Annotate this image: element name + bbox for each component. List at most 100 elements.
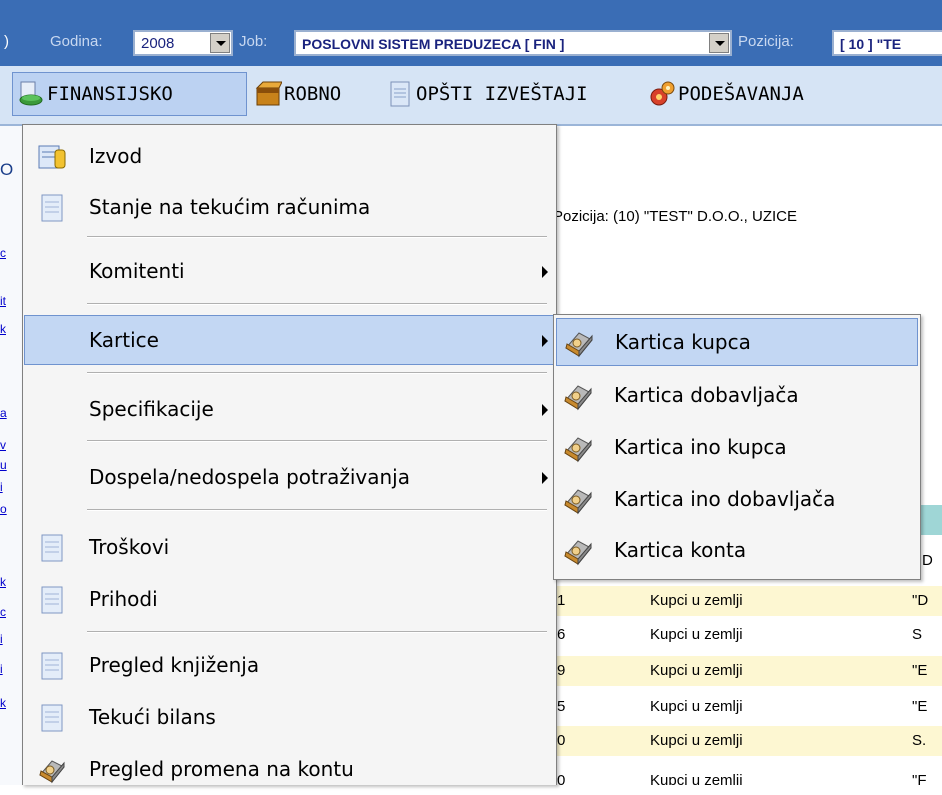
- left-link-fragment[interactable]: o: [0, 502, 8, 516]
- left-link-fragment[interactable]: i: [0, 662, 8, 676]
- card-icon: [564, 540, 592, 566]
- submenu-item-kartica-ino-dobavljaca[interactable]: Kartica ino dobavljača: [556, 476, 918, 524]
- menu-item-label: Pregled promena na kontu: [89, 757, 354, 781]
- report-icon: [390, 81, 410, 107]
- menu-item-dospela[interactable]: Dospela/nedospela potraživanja: [25, 453, 554, 503]
- menu-item-label: Pregled knjiženja: [89, 653, 260, 677]
- submenu-item-kartica-konta[interactable]: Kartica konta: [556, 527, 918, 575]
- submenu-item-label: Kartica dobavljača: [614, 383, 799, 407]
- menu-item-komitenti[interactable]: Komitenti: [25, 247, 554, 297]
- menu-item-stanje[interactable]: Stanje na tekućim računima: [25, 183, 554, 233]
- row-name: S.: [912, 732, 927, 749]
- menu-separator: [87, 631, 547, 633]
- pozicija-value: [ 10 ] "TE: [840, 36, 902, 52]
- left-link-fragment[interactable]: k: [0, 575, 8, 589]
- menu-item-label: Prihodi: [89, 587, 158, 611]
- left-link-fragment[interactable]: v: [0, 438, 8, 452]
- row-type: Kupci u zemlji: [650, 698, 743, 715]
- left-link-fragment[interactable]: c: [0, 605, 8, 619]
- menu-item-kartice[interactable]: Kartice: [24, 315, 555, 365]
- menu-item-izvod[interactable]: Izvod: [25, 132, 554, 182]
- menu-item-label: Specifikacije: [89, 397, 214, 421]
- table-row[interactable]: 1 Kupci u zemlji "D: [555, 586, 942, 616]
- left-link-fragment[interactable]: a: [0, 406, 8, 420]
- statement-icon: [38, 145, 66, 169]
- menu-separator: [87, 236, 547, 238]
- menu-podesavanja[interactable]: PODEŠAVANJA: [648, 72, 804, 116]
- submenu-arrow-icon: [542, 472, 548, 484]
- row-num: 0: [557, 732, 566, 749]
- menu-separator: [87, 303, 547, 305]
- pozicija-select[interactable]: [ 10 ] "TE: [832, 30, 942, 56]
- godina-value: 2008: [141, 35, 175, 52]
- row-type: Kupci u zemlji: [650, 732, 743, 749]
- submenu-arrow-icon: [542, 266, 548, 278]
- submenu-item-label: Kartica konta: [614, 538, 747, 562]
- job-select[interactable]: POSLOVNI SISTEM PREDUZECA [ FIN ]: [294, 30, 732, 56]
- submenu-arrow-icon: [542, 404, 548, 416]
- table-header-partial: D: [922, 552, 933, 569]
- menu-item-label: Stanje na tekućim računima: [89, 195, 371, 219]
- chevron-down-icon[interactable]: [210, 33, 230, 53]
- menu-item-label: Kartice: [89, 328, 159, 352]
- left-link-fragment[interactable]: i: [0, 632, 8, 646]
- submenu-item-kartica-kupca[interactable]: Kartica kupca: [556, 318, 918, 366]
- row-type: Kupci u zemlji: [650, 662, 743, 679]
- table-row[interactable]: 0 Kupci u zemlji S.: [555, 726, 942, 756]
- submenu-item-kartica-ino-kupca[interactable]: Kartica ino kupca: [556, 424, 918, 472]
- menu-item-specifikacije[interactable]: Specifikacije: [25, 385, 554, 435]
- menu-finansijsko[interactable]: FINANSIJSKO: [12, 72, 247, 116]
- menu-item-label: Tekući bilans: [89, 705, 216, 729]
- left-edge-char: O: [0, 160, 14, 179]
- submenu-arrow-icon: [542, 335, 548, 347]
- table-row[interactable]: 5 Kupci u zemlji "E: [555, 692, 942, 722]
- menu-item-pregled-promena[interactable]: Pregled promena na kontu: [25, 745, 554, 795]
- job-value: POSLOVNI SISTEM PREDUZECA [ FIN ]: [302, 36, 565, 52]
- left-link-fragment[interactable]: k: [0, 322, 8, 336]
- menu-item-pregled-knjizenja[interactable]: Pregled knjiženja: [25, 641, 554, 691]
- menu-item-tekuci-bilans[interactable]: Tekući bilans: [25, 693, 554, 743]
- left-link-fragment[interactable]: k: [0, 696, 8, 710]
- left-link-fragment[interactable]: i: [0, 480, 8, 494]
- submenu-item-kartica-dobavljaca[interactable]: Kartica dobavljača: [556, 372, 918, 420]
- row-type: Kupci u zemlji: [650, 626, 743, 643]
- document-icon: [41, 586, 63, 614]
- left-link-fragment[interactable]: it: [0, 294, 8, 308]
- menu-opsti-izvestaji[interactable]: OPŠTI IZVEŠTAJI: [386, 72, 588, 116]
- menu-item-label: Troškovi: [89, 535, 170, 559]
- card-icon: [39, 760, 65, 784]
- row-num: 5: [557, 698, 566, 715]
- table-row[interactable]: 9 Kupci u zemlji "E: [555, 656, 942, 686]
- left-link-fragment[interactable]: u: [0, 458, 8, 472]
- left-link-fragment[interactable]: c: [0, 246, 8, 260]
- menu-robno-label: ROBNO: [284, 83, 342, 105]
- row-type: Kupci u zemlji: [650, 772, 743, 785]
- table-row[interactable]: 6 Kupci u zemlji S: [555, 620, 942, 650]
- menu-item-prihodi[interactable]: Prihodi: [25, 575, 554, 625]
- row-name: "D: [912, 592, 929, 609]
- job-label: Job:: [239, 33, 268, 50]
- submenu-item-label: Kartica kupca: [615, 330, 751, 354]
- godina-select[interactable]: 2008: [133, 30, 233, 56]
- menu-item-troskovi[interactable]: Troškovi: [25, 523, 554, 573]
- row-num: 0: [557, 772, 566, 785]
- submenu-item-label: Kartica ino dobavljača: [614, 487, 836, 511]
- card-icon: [564, 489, 592, 515]
- row-name: "E: [912, 662, 928, 679]
- menu-robno[interactable]: ROBNO: [254, 72, 341, 116]
- card-icon: [564, 385, 592, 411]
- godina-label: Godina:: [50, 33, 103, 50]
- pozicija-label: Pozicija:: [738, 33, 794, 50]
- menu-separator: [87, 372, 547, 374]
- pozicija-info: Pozicija: (10) "TEST" D.O.O., UZICE: [553, 208, 798, 225]
- document-icon: [41, 534, 63, 562]
- submenu-item-label: Kartica ino kupca: [614, 435, 787, 459]
- menu-item-label: Komitenti: [89, 259, 185, 283]
- card-icon: [564, 437, 592, 463]
- row-type: Kupci u zemlji: [650, 592, 743, 609]
- document-icon: [41, 704, 63, 732]
- menu-item-label: Dospela/nedospela potraživanja: [89, 465, 410, 489]
- chevron-down-icon[interactable]: [709, 33, 729, 53]
- table-row[interactable]: 0 Kupci u zemlji "F: [555, 760, 942, 785]
- gears-icon: [650, 81, 675, 106]
